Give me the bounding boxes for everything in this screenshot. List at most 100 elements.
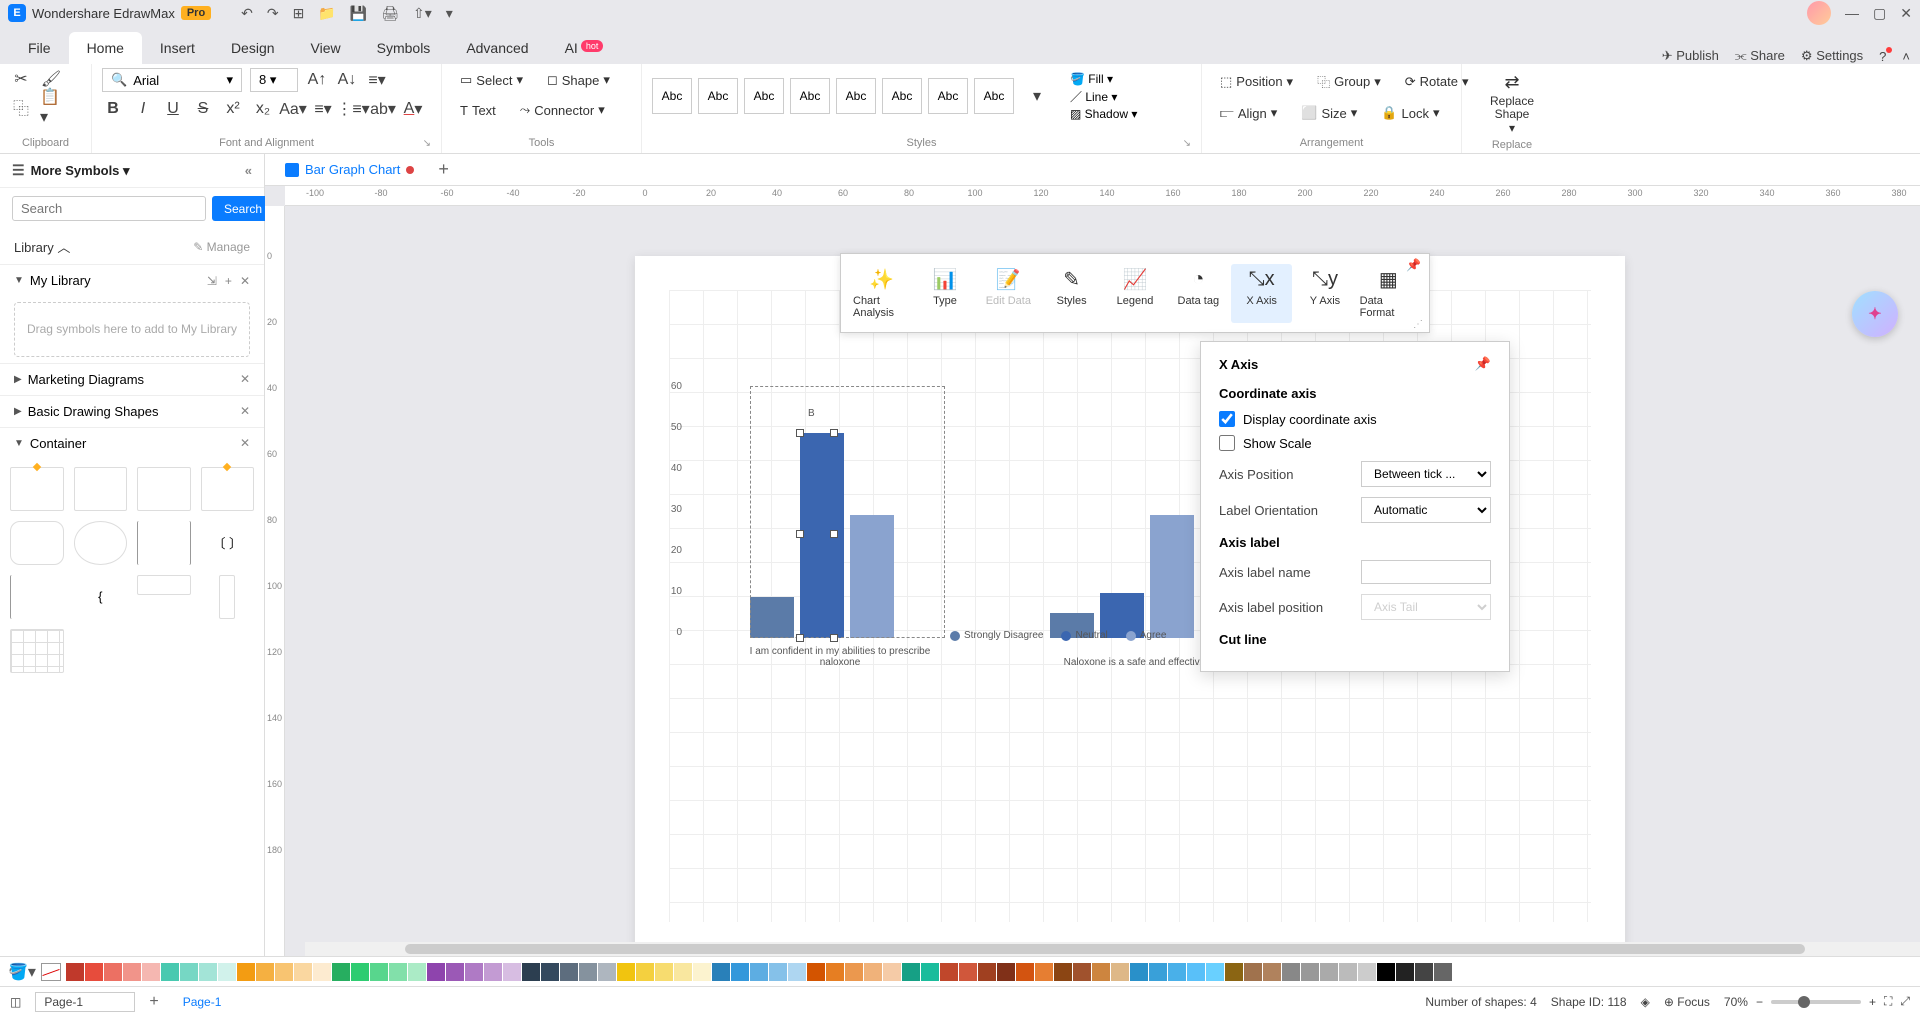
publish-button[interactable]: ✈ Publish	[1662, 48, 1719, 64]
ai-float-button[interactable]: ✦	[1852, 291, 1898, 337]
charttb-y_axis[interactable]: ⤡yY Axis	[1294, 264, 1355, 323]
shape-item[interactable]	[137, 521, 191, 565]
color-swatch[interactable]	[1206, 963, 1224, 981]
color-swatch[interactable]	[218, 963, 236, 981]
size-button[interactable]: ⬜ Size ▾	[1293, 101, 1365, 125]
search-input[interactable]	[12, 196, 206, 221]
underline-icon[interactable]: U	[162, 98, 184, 120]
color-swatch[interactable]	[1377, 963, 1395, 981]
shape-item[interactable]	[137, 467, 191, 511]
color-swatch[interactable]	[199, 963, 217, 981]
resize-handle[interactable]	[830, 530, 838, 538]
styles-expand-icon[interactable]: ↘	[1183, 138, 1191, 149]
menu-advanced[interactable]: Advanced	[448, 32, 546, 64]
color-swatch[interactable]	[85, 963, 103, 981]
color-swatch[interactable]	[560, 963, 578, 981]
text-tool[interactable]: T Text	[452, 99, 504, 122]
cut-icon[interactable]: ✂	[10, 68, 32, 90]
redo-icon[interactable]: ↷	[267, 5, 279, 22]
fullscreen-icon[interactable]: ⤢	[1900, 994, 1910, 1009]
color-swatch[interactable]	[1092, 963, 1110, 981]
shape-tool[interactable]: ◻ Shape ▾	[539, 68, 618, 92]
color-swatch[interactable]	[712, 963, 730, 981]
hscrollbar[interactable]	[305, 942, 1920, 956]
superscript-icon[interactable]: x²	[222, 98, 244, 120]
mylibrary-section[interactable]: My Library	[30, 273, 91, 288]
close-section-icon[interactable]: ✕	[240, 274, 250, 288]
font-expand-icon[interactable]: ↘	[423, 138, 431, 149]
color-swatch[interactable]	[522, 963, 540, 981]
color-swatch[interactable]	[864, 963, 882, 981]
color-swatch[interactable]	[1301, 963, 1319, 981]
section-marketing[interactable]: Marketing Diagrams	[28, 372, 144, 387]
settings-button[interactable]: ⚙ Settings	[1801, 48, 1863, 64]
color-swatch[interactable]	[1149, 963, 1167, 981]
color-swatch[interactable]	[750, 963, 768, 981]
textdir-icon[interactable]: ab▾	[372, 98, 394, 120]
color-swatch[interactable]	[1054, 963, 1072, 981]
menu-design[interactable]: Design	[213, 32, 293, 64]
color-swatch[interactable]	[1187, 963, 1205, 981]
close-section-icon[interactable]: ✕	[240, 436, 250, 450]
color-swatch[interactable]	[275, 963, 293, 981]
increase-font-icon[interactable]: A↑	[306, 69, 328, 91]
color-swatch[interactable]	[807, 963, 825, 981]
color-swatch[interactable]	[1244, 963, 1262, 981]
align2-button[interactable]: ⫍ Align ▾	[1212, 101, 1285, 125]
color-swatch[interactable]	[503, 963, 521, 981]
fill-button[interactable]: 🪣 Fill ▾	[1070, 72, 1137, 86]
close-section-icon[interactable]: ✕	[240, 372, 250, 386]
color-swatch[interactable]	[617, 963, 635, 981]
lock-button[interactable]: 🔒 Lock ▾	[1373, 101, 1447, 125]
charttb-data_format[interactable]: ▦Data Format	[1358, 264, 1419, 323]
color-swatch[interactable]	[180, 963, 198, 981]
document-tab[interactable]: Bar Graph Chart	[275, 158, 424, 181]
close-section-icon[interactable]: ✕	[240, 404, 250, 418]
color-swatch[interactable]	[389, 963, 407, 981]
resize-grip-icon[interactable]: ⋰	[1413, 319, 1423, 330]
color-swatch[interactable]	[655, 963, 673, 981]
color-swatch[interactable]	[161, 963, 179, 981]
font-color-icon[interactable]: A▾	[402, 98, 424, 120]
color-swatch[interactable]	[1453, 963, 1471, 981]
color-swatch[interactable]	[1396, 963, 1414, 981]
zoom-in-icon[interactable]: +	[1869, 995, 1876, 1009]
charttb-x_axis[interactable]: ⤡xX Axis	[1231, 264, 1292, 323]
style-swatch[interactable]: Abc	[698, 78, 738, 114]
collapse-ribbon-icon[interactable]: ˄	[1902, 49, 1910, 64]
color-swatch[interactable]	[1225, 963, 1243, 981]
page-tab[interactable]: Page-1	[173, 993, 232, 1011]
undo-icon[interactable]: ↶	[241, 5, 253, 22]
shape-item[interactable]	[10, 629, 64, 673]
focus-button[interactable]: ⊕ Focus	[1664, 995, 1710, 1009]
menu-ai[interactable]: AIhot	[547, 32, 622, 64]
style-swatch[interactable]: Abc	[974, 78, 1014, 114]
pin-icon[interactable]: 📌	[1406, 258, 1421, 272]
color-swatch[interactable]	[1434, 963, 1452, 981]
share-button[interactable]: ⫘ Share	[1735, 48, 1785, 64]
zoom-out-icon[interactable]: −	[1756, 995, 1763, 1009]
drop-zone[interactable]: Drag symbols here to add to My Library	[14, 302, 250, 357]
menu-file[interactable]: File	[10, 32, 69, 64]
menu-view[interactable]: View	[293, 32, 359, 64]
color-swatch[interactable]	[313, 963, 331, 981]
axis-label-name-input[interactable]	[1361, 560, 1491, 584]
add-tab-button[interactable]: +	[432, 159, 455, 180]
shape-item[interactable]	[74, 521, 128, 565]
minimize-icon[interactable]: —	[1845, 5, 1859, 22]
save-icon[interactable]: 💾	[350, 5, 367, 22]
color-swatch[interactable]	[636, 963, 654, 981]
color-swatch[interactable]	[883, 963, 901, 981]
print-icon[interactable]: 🖨	[381, 5, 399, 22]
shape-item[interactable]	[10, 521, 64, 565]
color-swatch[interactable]	[1111, 963, 1129, 981]
color-swatch[interactable]	[940, 963, 958, 981]
italic-icon[interactable]: I	[132, 98, 154, 120]
decrease-font-icon[interactable]: A↓	[336, 69, 358, 91]
color-swatch[interactable]	[1016, 963, 1034, 981]
color-swatch[interactable]	[1168, 963, 1186, 981]
case-icon[interactable]: Aa▾	[282, 98, 304, 120]
resize-handle[interactable]	[796, 429, 804, 437]
style-swatch[interactable]: Abc	[836, 78, 876, 114]
resize-handle[interactable]	[830, 429, 838, 437]
